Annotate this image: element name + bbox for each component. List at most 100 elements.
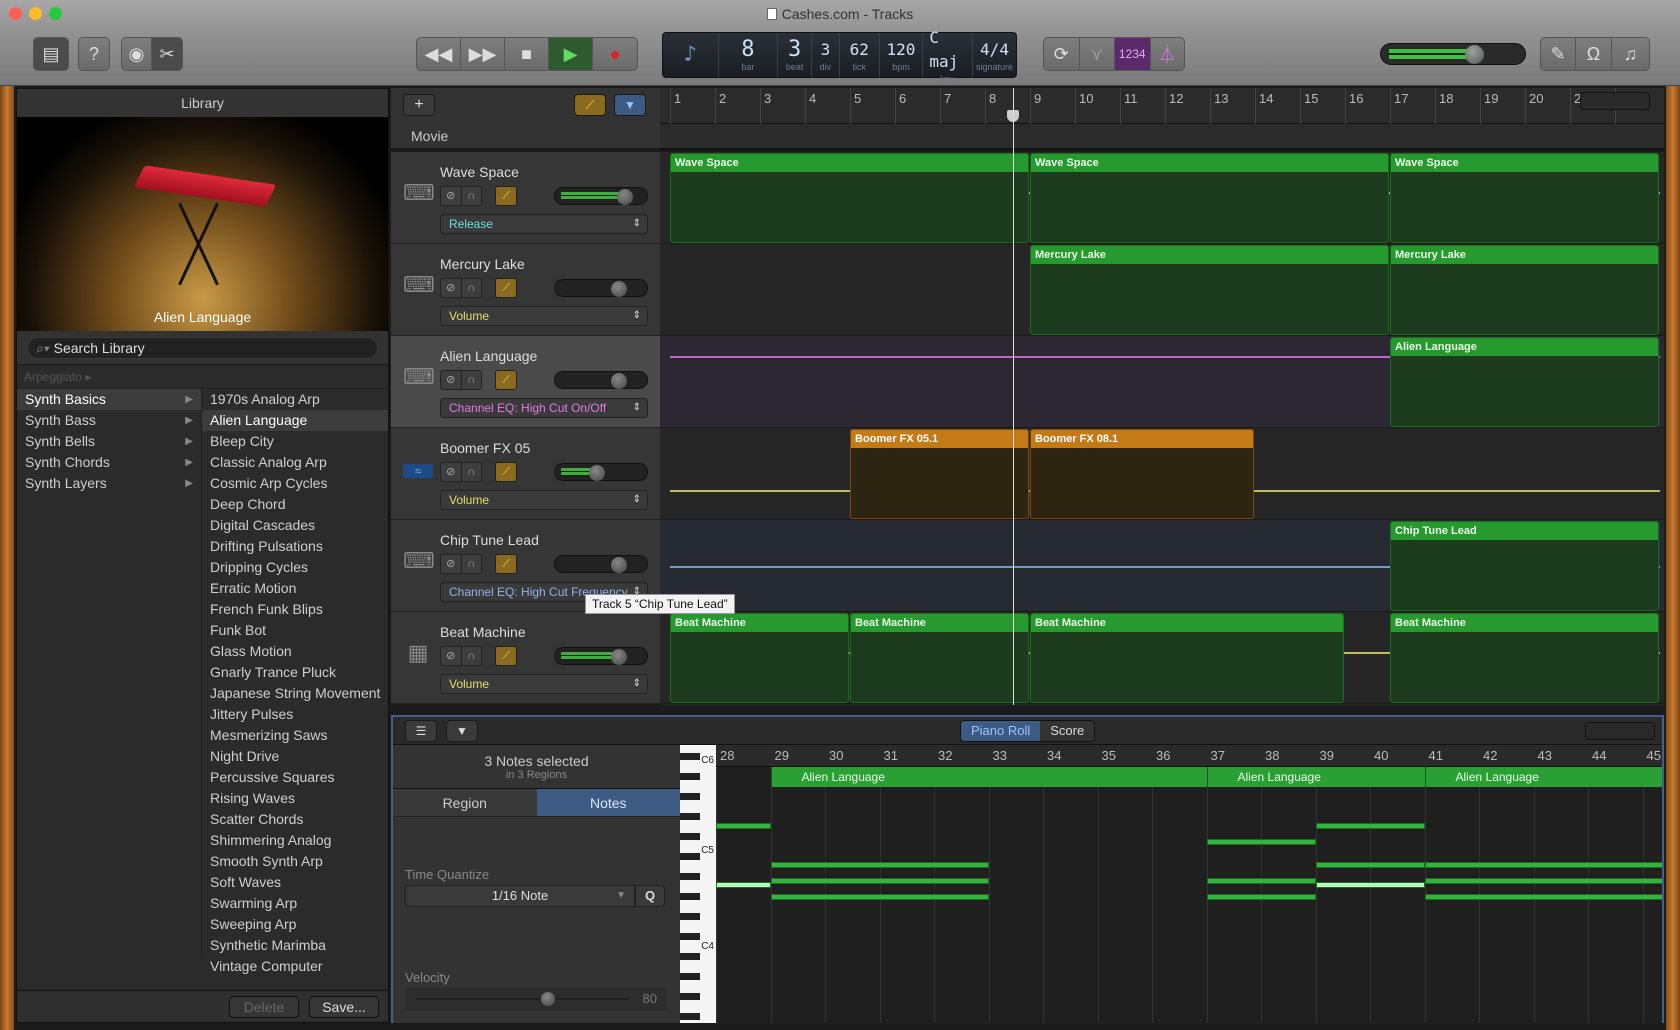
piano-keyboard[interactable]: C6 C5 C4 xyxy=(680,745,716,1023)
midi-note[interactable] xyxy=(1206,894,1316,900)
region[interactable]: Beat Machine xyxy=(670,613,849,703)
midi-note[interactable] xyxy=(716,882,771,888)
library-patch[interactable]: French Funk Blips xyxy=(202,599,388,620)
black-key[interactable] xyxy=(680,1013,700,1020)
piano-roll-region[interactable]: Alien Language xyxy=(1424,767,1662,787)
library-patch[interactable]: Scatter Chords xyxy=(202,809,388,830)
library-patch[interactable]: Vintage Computer xyxy=(202,956,388,977)
automation-parameter-select[interactable]: Volume ⇕ xyxy=(440,306,648,326)
library-patch[interactable]: Smooth Synth Arp xyxy=(202,851,388,872)
black-key[interactable] xyxy=(680,993,700,1000)
library-patch[interactable]: Japanese String Movement xyxy=(202,683,388,704)
library-patch[interactable]: Rising Waves xyxy=(202,788,388,809)
library-patch[interactable]: Alien Language xyxy=(202,410,388,431)
track-name[interactable]: Alien Language xyxy=(440,348,537,364)
headphones-icon[interactable]: ∩ xyxy=(462,647,482,665)
library-patch[interactable]: Drifting Pulsations xyxy=(202,536,388,557)
library-patch[interactable]: Mesmerizing Saws xyxy=(202,725,388,746)
midi-note[interactable] xyxy=(1424,894,1662,900)
metronome-icon[interactable]: ⏃ xyxy=(1151,38,1185,70)
loop-browser-icon[interactable]: Ω xyxy=(1576,38,1612,70)
region[interactable]: Boomer FX 05.1 xyxy=(850,429,1029,519)
black-key[interactable] xyxy=(680,773,700,780)
midi-note[interactable] xyxy=(1206,878,1316,884)
track-header[interactable]: ⌨ Mercury Lake ⊘ ∩ ⟋ Volume ⇕ xyxy=(391,244,660,336)
library-patch[interactable]: Swarming Arp xyxy=(202,893,388,914)
track-name[interactable]: Beat Machine xyxy=(440,624,526,640)
midi-note[interactable] xyxy=(1315,823,1425,829)
black-key[interactable] xyxy=(680,973,700,980)
region[interactable]: Mercury Lake xyxy=(1030,245,1389,335)
library-patch[interactable]: Erratic Motion xyxy=(202,578,388,599)
library-patch[interactable]: Glass Motion xyxy=(202,641,388,662)
velocity-slider[interactable]: 80 xyxy=(405,987,667,1011)
library-patch[interactable]: Synthetic Marimba xyxy=(202,935,388,956)
track-header[interactable]: ≈ Boomer FX 05 ⊘ ∩ ⟋ Volume ⇕ xyxy=(391,428,660,520)
media-browser-icon[interactable]: ♫ xyxy=(1612,38,1649,70)
headphones-icon[interactable]: ∩ xyxy=(462,187,482,205)
minimize-window-button[interactable] xyxy=(29,7,42,20)
volume-knob[interactable] xyxy=(611,557,628,573)
track-volume-slider[interactable] xyxy=(554,371,648,389)
library-patch[interactable]: Jittery Pulses xyxy=(202,704,388,725)
tab-piano-roll[interactable]: Piano Roll xyxy=(961,721,1041,741)
help-button[interactable]: ? xyxy=(78,37,110,71)
inspector-toggle-icon[interactable]: ☰ xyxy=(405,720,437,742)
time-quantize-select[interactable]: 1/16 Note ▼ xyxy=(405,885,635,907)
black-key[interactable] xyxy=(680,933,700,940)
library-search-input[interactable]: ⌕▾ Search Library xyxy=(27,337,378,359)
piano-roll-region[interactable]: Alien Language xyxy=(770,767,1207,787)
black-key[interactable] xyxy=(680,813,700,820)
library-patch[interactable]: Gnarly Trance Pluck xyxy=(202,662,388,683)
black-key[interactable] xyxy=(680,953,700,960)
library-patch[interactable]: Classic Analog Arp xyxy=(202,452,388,473)
mute-icon[interactable]: ⊘ xyxy=(441,555,462,573)
tab-score[interactable]: Score xyxy=(1040,721,1095,741)
midi-note[interactable] xyxy=(1315,862,1425,868)
automation-parameter-select[interactable]: Volume ⇕ xyxy=(440,490,648,510)
velocity-knob[interactable] xyxy=(541,992,555,1006)
library-patch[interactable]: Sweeping Arp xyxy=(202,914,388,935)
track-volume-slider[interactable] xyxy=(554,279,648,297)
stop-icon[interactable]: ■ xyxy=(505,38,549,70)
master-volume-knob[interactable] xyxy=(1465,45,1485,64)
automation-icon[interactable]: ⟋ xyxy=(495,462,517,482)
black-key[interactable] xyxy=(680,853,700,860)
region[interactable]: Wave Space xyxy=(670,153,1029,243)
midi-note[interactable] xyxy=(770,862,989,868)
midi-note[interactable] xyxy=(1315,882,1425,888)
black-key[interactable] xyxy=(680,893,700,900)
record-icon[interactable]: ● xyxy=(593,38,637,70)
library-patch[interactable]: Cosmic Arp Cycles xyxy=(202,473,388,494)
library-category[interactable]: Synth Bells ▶ xyxy=(17,431,201,452)
lcd-key[interactable]: C maj xyxy=(929,26,966,74)
volume-knob[interactable] xyxy=(611,281,628,297)
tab-notes[interactable]: Notes xyxy=(536,789,680,816)
library-patch[interactable]: Percussive Squares xyxy=(202,767,388,788)
notepad-icon[interactable]: ✎ xyxy=(1541,38,1577,70)
library-category[interactable]: Synth Basics ▶ xyxy=(17,389,201,410)
library-patch[interactable]: Soft Waves xyxy=(202,872,388,893)
count-in-button[interactable]: 1234 xyxy=(1115,38,1151,70)
headphones-icon[interactable]: ∩ xyxy=(462,371,482,389)
track-name[interactable]: Wave Space xyxy=(440,164,519,180)
library-patch[interactable]: Bleep City xyxy=(202,431,388,452)
track-header[interactable]: ⌨ Alien Language ⊘ ∩ ⟋ Channel EQ: High Cut O… xyxy=(391,336,660,428)
midi-note[interactable] xyxy=(1424,878,1662,884)
library-patch[interactable]: 1970s Analog Arp xyxy=(202,389,388,410)
library-patch[interactable]: Dripping Cycles xyxy=(202,557,388,578)
piano-roll-region[interactable]: Alien Language xyxy=(1206,767,1425,787)
library-button[interactable]: ▤ xyxy=(33,37,69,71)
fast-forward-icon[interactable]: ▶▶ xyxy=(461,38,505,70)
region[interactable]: Beat Machine xyxy=(1390,613,1659,703)
track-name[interactable]: Boomer FX 05 xyxy=(440,440,530,456)
bar-ruler[interactable]: 12345678910111213141516171819202122 xyxy=(660,88,1664,124)
track-name[interactable]: Chip Tune Lead xyxy=(440,532,539,548)
automation-parameter-select[interactable]: Release ⇕ xyxy=(440,214,648,234)
track-name[interactable]: Mercury Lake xyxy=(440,256,525,272)
track-header[interactable]: ⌨ Wave Space ⊘ ∩ ⟋ Release ⇕ xyxy=(391,152,660,244)
library-patch[interactable]: Shimmering Analog xyxy=(202,830,388,851)
zoom-slider[interactable] xyxy=(1580,92,1650,110)
zoom-window-button[interactable] xyxy=(49,7,62,20)
play-icon[interactable]: ▶ xyxy=(549,38,593,70)
